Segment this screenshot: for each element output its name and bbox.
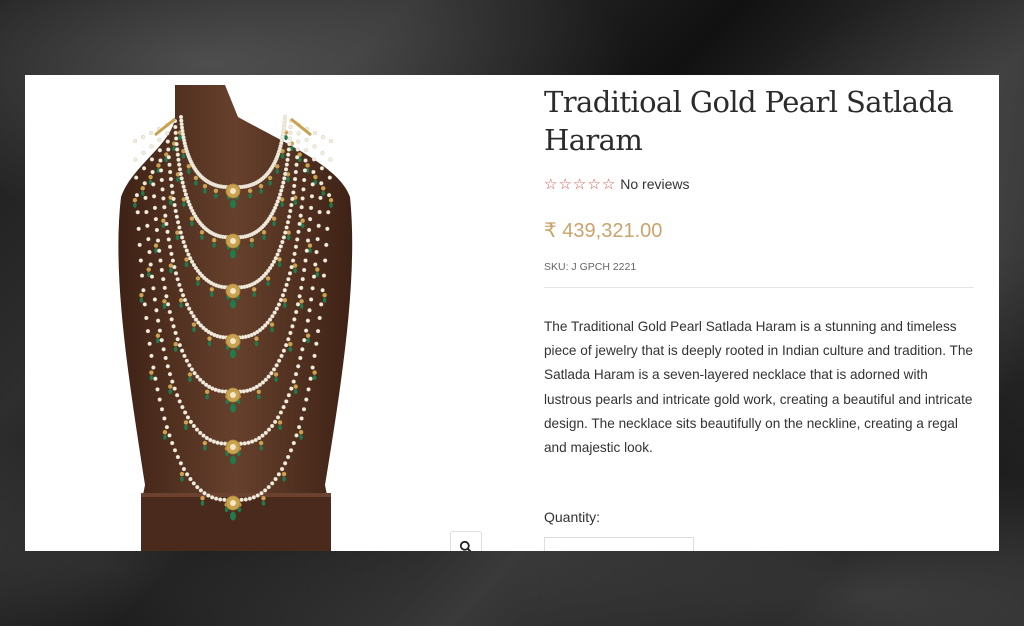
product-sku: SKU: J GPCH 2221 xyxy=(544,261,637,273)
star-icon: ☆ xyxy=(587,175,601,193)
product-price: ₹ 439,321.00 xyxy=(544,220,663,242)
star-icon: ☆ xyxy=(601,175,616,193)
star-icon: ☆ xyxy=(544,175,558,193)
magnifier-icon xyxy=(459,540,472,551)
star-icon: ☆ xyxy=(572,175,587,193)
product-image[interactable] xyxy=(25,75,515,551)
reviews-count: No reviews xyxy=(620,176,690,192)
product-gallery xyxy=(25,75,515,551)
display-bust xyxy=(118,85,353,551)
rating-stars: ☆ ☆ ☆ ☆ ☆ xyxy=(544,175,616,193)
star-icon: ☆ xyxy=(558,175,572,193)
product-title: Traditioal Gold Pearl Satlada Haram xyxy=(544,85,954,157)
zoom-button[interactable] xyxy=(450,531,482,551)
divider xyxy=(544,287,974,288)
product-card: Traditioal Gold Pearl Satlada Haram ☆ ☆ … xyxy=(25,75,999,551)
quantity-label: Quantity: xyxy=(544,509,601,525)
quantity-stepper[interactable] xyxy=(544,537,694,551)
product-description: The Traditional Gold Pearl Satlada Haram… xyxy=(544,319,973,456)
product-rating[interactable]: ☆ ☆ ☆ ☆ ☆ No reviews xyxy=(544,175,690,193)
